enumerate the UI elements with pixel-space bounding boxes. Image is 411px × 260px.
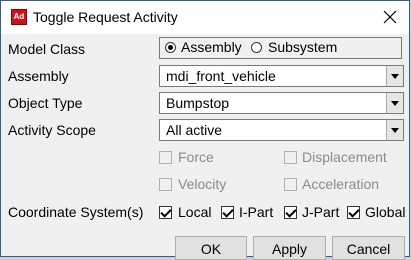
assembly-radio-label[interactable]: Assembly [181,39,242,56]
global-label: Global [365,204,406,220]
apply-button[interactable]: Apply [253,236,326,260]
local-label: Local [178,204,212,220]
activity-scope-label: Activity Scope [8,122,96,138]
force-checkbox[interactable] [159,151,172,164]
global-checkbox[interactable] [347,206,360,219]
activity-scope-value: All active [166,122,223,138]
assembly-select[interactable]: mdi_front_vehicle [159,65,404,87]
chevron-down-icon[interactable] [386,93,403,113]
ipart-checkbox[interactable] [221,206,234,219]
velocity-checkbox[interactable] [159,178,172,191]
assembly-label: Assembly [8,68,69,84]
dialog-window: Ad Toggle Request Activity Model Class A… [0,0,410,260]
model-class-label: Model Class [8,41,86,57]
displacement-label: Displacement [302,149,387,165]
window-title: Toggle Request Activity [33,9,178,25]
chevron-down-icon[interactable] [386,66,403,86]
jpart-label: J-Part [302,204,340,220]
activity-scope-select[interactable]: All active [159,119,404,141]
acceleration-label: Acceleration [302,176,380,192]
app-icon: Ad [11,9,27,25]
object-type-select[interactable]: Bumpstop [159,92,404,114]
jpart-checkbox[interactable] [284,206,297,219]
ok-button[interactable]: OK [175,236,247,260]
object-type-value: Bumpstop [166,95,230,111]
model-class-radio-group: Assembly Subsystem [159,37,402,59]
local-checkbox[interactable] [159,206,172,219]
velocity-label: Velocity [178,176,227,192]
dialog-body: Model Class Assembly Subsystem Assembly … [1,34,409,260]
ipart-label: I-Part [239,204,274,220]
cancel-button[interactable]: Cancel [332,236,405,260]
chevron-down-icon[interactable] [386,120,403,140]
title-bar[interactable]: Ad Toggle Request Activity [1,1,409,34]
displacement-checkbox[interactable] [284,151,297,164]
acceleration-checkbox[interactable] [284,178,297,191]
close-button[interactable] [371,1,409,34]
object-type-label: Object Type [8,95,83,111]
coordinate-system-label: Coordinate System(s) [8,204,144,220]
subsystem-radio-label[interactable]: Subsystem [268,39,337,56]
close-icon [383,10,397,24]
assembly-radio[interactable] [165,42,176,53]
subsystem-radio[interactable] [251,42,262,53]
force-label: Force [178,149,214,165]
assembly-value: mdi_front_vehicle [166,68,276,84]
